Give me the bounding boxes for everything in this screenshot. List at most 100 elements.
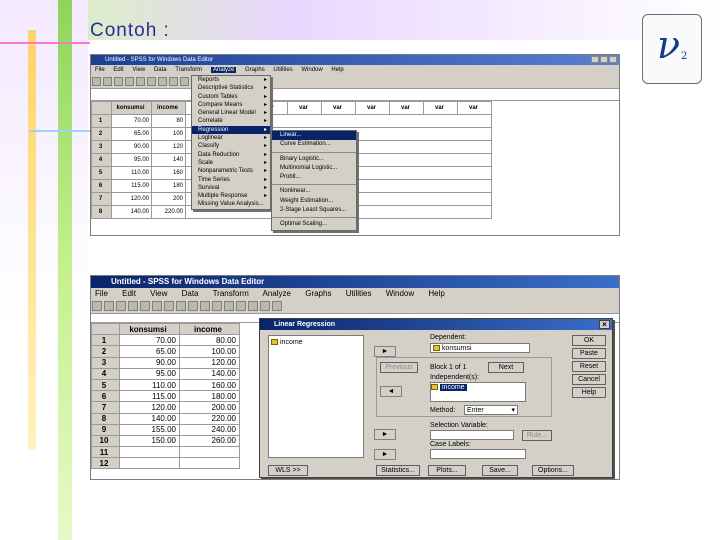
open-icon[interactable] <box>92 77 101 86</box>
menu-help[interactable]: Help <box>331 67 343 73</box>
cell[interactable]: 160.00 <box>179 378 240 392</box>
open-icon[interactable] <box>92 301 102 311</box>
row-header[interactable]: 8 <box>91 205 112 219</box>
save-button[interactable]: Save... <box>482 465 518 476</box>
column-header[interactable]: konsumsi <box>119 322 180 336</box>
menu-item-regression[interactable]: Regression ▸ <box>192 125 270 135</box>
row-header[interactable]: 3 <box>91 356 120 369</box>
previous-button[interactable]: Previous <box>380 362 418 373</box>
menu-window[interactable]: Window <box>386 289 414 298</box>
weight-cases-icon[interactable] <box>248 301 258 311</box>
variables-icon[interactable] <box>188 301 198 311</box>
menu-view[interactable]: View <box>132 67 145 73</box>
move-selection-button[interactable]: ► <box>374 429 396 440</box>
row-header[interactable]: 9 <box>91 423 120 436</box>
row-header[interactable]: 3 <box>91 140 112 154</box>
next-button[interactable]: Next <box>488 362 524 373</box>
row-header[interactable]: 6 <box>91 390 120 403</box>
menu-item[interactable]: Optimal Scaling... <box>272 220 356 229</box>
menu-item[interactable]: Curve Estimation... <box>272 140 356 149</box>
menu-item[interactable]: Descriptive Statistics ▸ <box>192 84 270 92</box>
cell[interactable]: 95.00 <box>119 367 180 380</box>
cell[interactable]: 90.00 <box>119 356 180 369</box>
plots-button[interactable]: Plots... <box>428 465 466 476</box>
cell[interactable]: 110.00 <box>111 166 152 180</box>
ok-button[interactable]: OK <box>572 335 606 346</box>
column-header[interactable]: var <box>355 101 390 115</box>
cell[interactable]: 220.00 <box>151 205 186 219</box>
paste-button[interactable]: Paste <box>572 348 606 359</box>
goto-chart-icon[interactable] <box>164 301 174 311</box>
find-icon[interactable] <box>200 301 210 311</box>
menu-item[interactable]: Nonlinear... <box>272 187 356 196</box>
case-labels-field[interactable] <box>430 449 526 459</box>
wls-button[interactable]: WLS >> <box>268 465 308 476</box>
cell[interactable]: 90.00 <box>111 140 152 154</box>
row-header[interactable]: 6 <box>91 179 112 193</box>
rule-button[interactable]: Rule... <box>522 430 552 441</box>
cell[interactable] <box>119 457 180 470</box>
cell[interactable]: 120 <box>151 140 186 154</box>
menu-transform[interactable]: Transform <box>175 67 202 73</box>
redo-icon[interactable] <box>152 301 162 311</box>
row-header[interactable]: 4 <box>91 367 120 380</box>
menu-analyze[interactable]: Analyze <box>210 67 237 73</box>
statistics-button[interactable]: Statistics... <box>376 465 420 476</box>
column-header[interactable]: income <box>151 101 186 115</box>
menu-item[interactable]: Multiple Response ▸ <box>192 192 270 200</box>
undo-icon[interactable] <box>140 301 150 311</box>
close-icon[interactable] <box>609 56 617 63</box>
column-header[interactable]: var <box>287 101 322 115</box>
cell[interactable]: 140.00 <box>179 367 240 380</box>
move-dependent-button[interactable]: ► <box>374 346 396 357</box>
row-header[interactable]: 12 <box>91 457 120 470</box>
cell[interactable]: 95.00 <box>111 153 152 167</box>
row-header[interactable]: 2 <box>91 127 112 141</box>
variable-list[interactable]: income <box>268 335 364 458</box>
menu-item[interactable]: General Linear Model ▸ <box>192 109 270 117</box>
cell[interactable] <box>179 457 240 470</box>
list-item[interactable]: income <box>431 383 525 393</box>
menu-graphs[interactable]: Graphs <box>245 67 265 73</box>
cell[interactable]: 110.00 <box>119 378 180 392</box>
cell[interactable]: 120.00 <box>111 192 152 206</box>
cell[interactable]: 100 <box>151 127 186 141</box>
save-icon[interactable] <box>103 77 112 86</box>
cell[interactable]: 240.00 <box>179 423 240 436</box>
menu-item[interactable]: Reports ▸ <box>192 76 270 84</box>
undo-icon[interactable] <box>136 77 145 86</box>
row-header[interactable]: 2 <box>91 345 120 358</box>
dialog-recall-icon[interactable] <box>125 77 134 86</box>
menu-window[interactable]: Window <box>301 67 322 73</box>
menu-item[interactable]: Classify ▸ <box>192 142 270 150</box>
minimize-icon[interactable] <box>591 56 599 63</box>
list-item[interactable]: income <box>271 338 361 348</box>
cell-editor[interactable] <box>91 89 619 101</box>
independent-list[interactable]: income <box>430 382 526 402</box>
maximize-icon[interactable] <box>600 56 608 63</box>
column-header[interactable]: var <box>389 101 424 115</box>
menu-item[interactable]: Binary Logistic... <box>272 155 356 164</box>
menu-item[interactable]: 2-Stage Least Squares... <box>272 206 356 215</box>
cell[interactable]: 180 <box>151 179 186 193</box>
menu-item[interactable]: Survival ▸ <box>192 184 270 192</box>
move-case-labels-button[interactable]: ► <box>374 449 396 460</box>
insert-variable-icon[interactable] <box>224 301 234 311</box>
find-icon[interactable] <box>180 77 189 86</box>
cell[interactable]: 260.00 <box>179 434 240 448</box>
save-icon[interactable] <box>104 301 114 311</box>
cell[interactable]: 220.00 <box>179 412 240 425</box>
menu-item[interactable]: Loglinear ▸ <box>192 134 270 142</box>
menu-utilities[interactable]: Utilities <box>273 67 292 73</box>
cell[interactable]: 115.00 <box>111 179 152 193</box>
cell[interactable]: 160 <box>151 166 186 180</box>
options-button[interactable]: Options... <box>532 465 574 476</box>
cell[interactable]: 140 <box>151 153 186 167</box>
cell[interactable]: 120.00 <box>179 356 240 369</box>
column-header[interactable]: var <box>423 101 458 115</box>
menu-view[interactable]: View <box>150 289 167 298</box>
select-cases-icon[interactable] <box>260 301 270 311</box>
row-header[interactable]: 1 <box>91 114 112 128</box>
menu-item[interactable]: Compare Means ▸ <box>192 101 270 109</box>
value-labels-icon[interactable] <box>272 301 282 311</box>
